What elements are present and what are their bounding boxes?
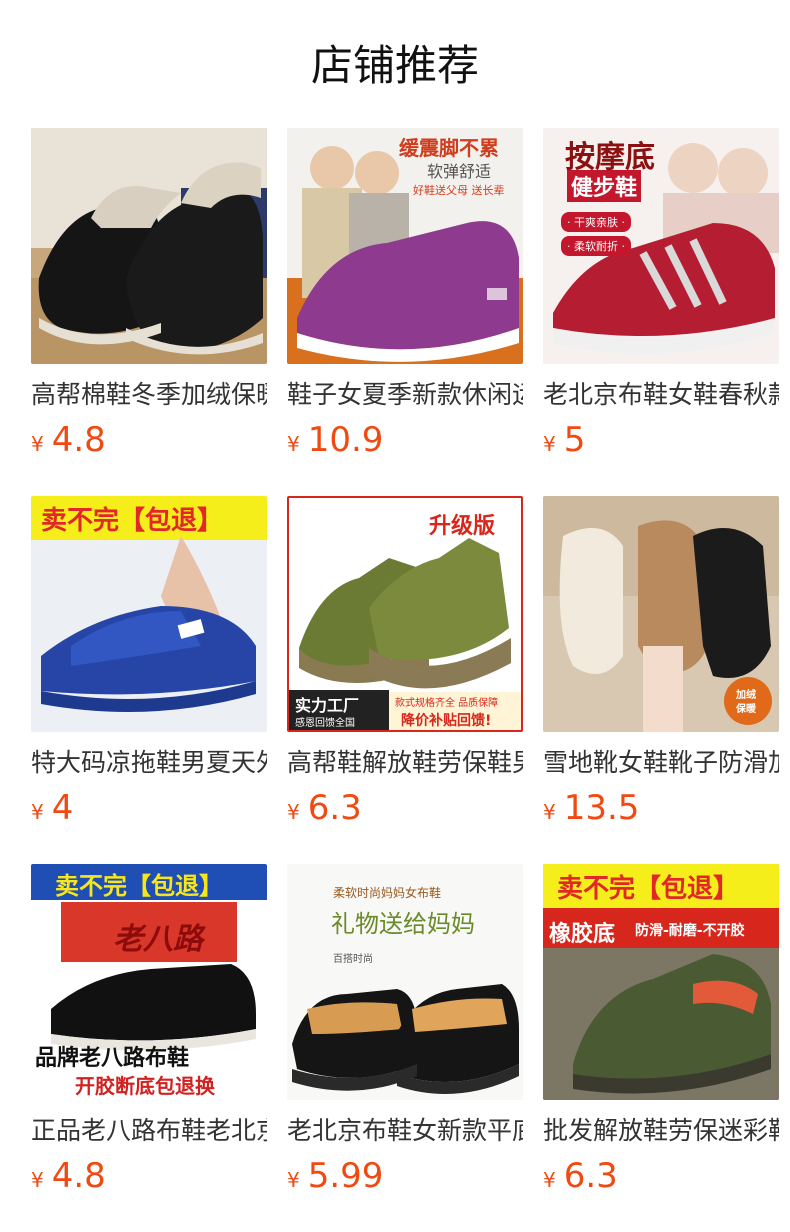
price-value: 13.5 xyxy=(563,788,640,828)
currency-symbol: ¥ xyxy=(543,432,556,456)
price-value: 4.8 xyxy=(51,420,106,460)
price-value: 6.3 xyxy=(563,1156,618,1196)
price-value: 5 xyxy=(563,420,586,460)
currency-symbol: ¥ xyxy=(287,432,300,456)
image-caption: 橡胶底 xyxy=(549,922,616,947)
product-card[interactable]: 缓震脚不累 软弹舒适 好鞋送父母 送长辈 鞋子女夏季新款休闲运动 ¥ 10.9 xyxy=(287,128,523,496)
product-name[interactable]: 批发解放鞋劳保迷彩鞋 xyxy=(543,1116,779,1146)
image-caption: 百搭时尚 xyxy=(333,954,373,965)
product-card[interactable]: 升级版 实力工厂 感恩回馈全国 款式规格齐全 品质保障 降价补贴回馈! 高帮鞋解… xyxy=(287,496,523,864)
product-image[interactable]: 按摩底 健步鞋 · 干爽亲肤 · · 柔软耐折 · xyxy=(543,128,779,364)
image-caption: 感恩回馈全国 xyxy=(295,718,355,729)
image-caption: 开胶断底包退换 xyxy=(75,1074,215,1098)
product-image[interactable]: 升级版 实力工厂 感恩回馈全国 款式规格齐全 品质保障 降价补贴回馈! xyxy=(287,496,523,732)
product-price: ¥ 4 xyxy=(31,788,267,828)
product-card[interactable]: 高帮棉鞋冬季加绒保暖 ¥ 4.8 xyxy=(31,128,267,496)
currency-symbol: ¥ xyxy=(287,800,300,824)
product-name[interactable]: 特大码凉拖鞋男夏天外穿 xyxy=(31,748,267,778)
product-image[interactable] xyxy=(31,128,267,364)
product-image[interactable]: 柔软时尚妈妈女布鞋 礼物送给妈妈 百搭时尚 xyxy=(287,864,523,1100)
product-name[interactable]: 雪地靴女鞋靴子防滑加绒 xyxy=(543,748,779,778)
product-price: ¥ 6.3 xyxy=(287,788,523,828)
product-card[interactable]: 按摩底 健步鞋 · 干爽亲肤 · · 柔软耐折 · 老北京布鞋女鞋春秋款 ¥ 5 xyxy=(543,128,779,496)
image-caption: 好鞋送父母 送长辈 xyxy=(413,184,505,197)
currency-symbol: ¥ xyxy=(543,1168,556,1192)
currency-symbol: ¥ xyxy=(31,432,44,456)
product-price: ¥ 10.9 xyxy=(287,420,523,460)
price-value: 6.3 xyxy=(307,788,362,828)
product-card[interactable]: 卖不完【包退】 老八路 品牌老八路布鞋 开胶断底包退换 正品老八路布鞋老北京 ¥… xyxy=(31,864,267,1232)
product-name[interactable]: 正品老八路布鞋老北京 xyxy=(31,1116,267,1146)
image-caption: 卖不完【包退】 xyxy=(55,872,223,900)
product-card[interactable]: 加绒 保暖 雪地靴女鞋靴子防滑加绒 ¥ 13.5 xyxy=(543,496,779,864)
price-value: 10.9 xyxy=(307,420,384,460)
image-caption: 品牌老八路布鞋 xyxy=(35,1046,190,1071)
product-image[interactable]: 缓震脚不累 软弹舒适 好鞋送父母 送长辈 xyxy=(287,128,523,364)
product-price: ¥ 5 xyxy=(543,420,779,460)
currency-symbol: ¥ xyxy=(31,800,44,824)
product-card[interactable]: 卖不完【包退】 橡胶底 防滑-耐磨-不开胶 批发解放鞋劳保迷彩鞋 ¥ 6.3 xyxy=(543,864,779,1232)
image-caption: 升级版 xyxy=(429,514,496,539)
image-caption: 老八路 xyxy=(113,922,203,957)
product-price: ¥ 4.8 xyxy=(31,420,267,460)
image-caption: 防滑-耐磨-不开胶 xyxy=(635,923,745,939)
product-price: ¥ 6.3 xyxy=(543,1156,779,1196)
image-caption: 降价补贴回馈! xyxy=(401,713,492,729)
image-caption: 健步鞋 xyxy=(567,170,642,202)
image-caption: · 干爽亲肤 · xyxy=(561,212,631,232)
currency-symbol: ¥ xyxy=(287,1168,300,1192)
product-image[interactable]: 卖不完【包退】 老八路 品牌老八路布鞋 开胶断底包退换 xyxy=(31,864,267,1100)
product-image[interactable]: 卖不完【包退】 橡胶底 防滑-耐磨-不开胶 xyxy=(543,864,779,1100)
image-caption: 柔软时尚妈妈女布鞋 xyxy=(333,886,442,900)
product-image[interactable]: 卖不完【包退】 xyxy=(31,496,267,732)
product-name[interactable]: 老北京布鞋女新款平底 xyxy=(287,1116,523,1146)
image-caption: 卖不完【包退】 xyxy=(557,874,740,904)
currency-symbol: ¥ xyxy=(31,1168,44,1192)
image-caption: · 柔软耐折 · xyxy=(561,236,631,256)
image-caption: 加绒 xyxy=(736,690,756,701)
product-name[interactable]: 高帮棉鞋冬季加绒保暖 xyxy=(31,380,267,410)
product-name[interactable]: 老北京布鞋女鞋春秋款 xyxy=(543,380,779,410)
product-price: ¥ 5.99 xyxy=(287,1156,523,1196)
image-caption: 卖不完【包退】 xyxy=(41,506,224,536)
product-price: ¥ 13.5 xyxy=(543,788,779,828)
product-card[interactable]: 柔软时尚妈妈女布鞋 礼物送给妈妈 百搭时尚 老北京布鞋女新款平底 ¥ 5.99 xyxy=(287,864,523,1232)
image-caption: 款式规格齐全 品质保障 xyxy=(395,698,499,709)
product-name[interactable]: 鞋子女夏季新款休闲运动 xyxy=(287,380,523,410)
price-value: 5.99 xyxy=(307,1156,384,1196)
image-caption: 缓震脚不累 xyxy=(399,136,499,160)
section-title: 店铺推荐 xyxy=(310,41,479,90)
price-value: 4.8 xyxy=(51,1156,106,1196)
product-image[interactable]: 加绒 保暖 xyxy=(543,496,779,732)
product-grid: 高帮棉鞋冬季加绒保暖 ¥ 4.8 缓震脚不累 软弹舒适 好鞋送父母 送长辈 鞋子… xyxy=(31,128,779,1232)
currency-symbol: ¥ xyxy=(543,800,556,824)
product-card[interactable]: 卖不完【包退】 特大码凉拖鞋男夏天外穿 ¥ 4 xyxy=(31,496,267,864)
product-name[interactable]: 高帮鞋解放鞋劳保鞋男 xyxy=(287,748,523,778)
image-caption: 实力工厂 xyxy=(295,696,360,715)
image-caption: 礼物送给妈妈 xyxy=(331,910,475,938)
product-price: ¥ 4.8 xyxy=(31,1156,267,1196)
image-caption: 软弹舒适 xyxy=(427,162,492,181)
price-value: 4 xyxy=(51,788,74,828)
image-caption: 保暖 xyxy=(736,704,756,715)
